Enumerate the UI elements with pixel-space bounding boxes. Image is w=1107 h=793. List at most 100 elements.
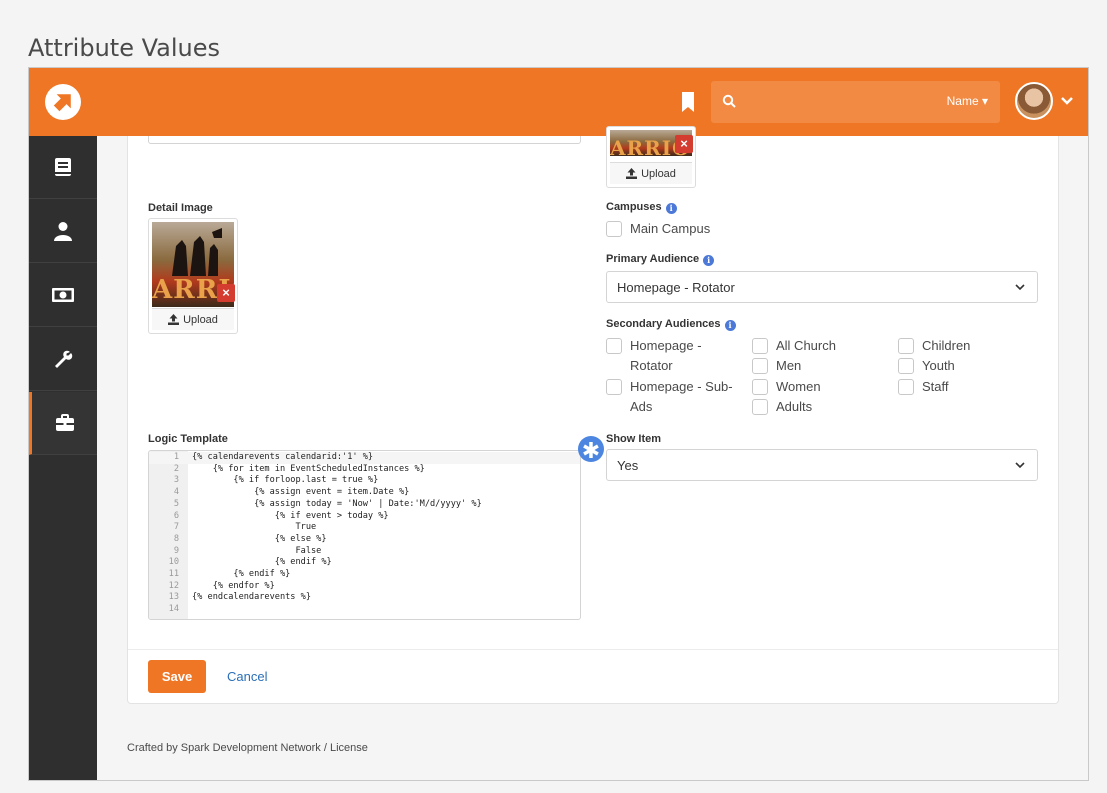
- rock-logo-icon[interactable]: [45, 84, 81, 120]
- audience-option-label: Homepage - Rotator: [630, 338, 702, 373]
- code-line[interactable]: 8 {% else %}: [149, 534, 580, 546]
- search-box[interactable]: Name ▾: [711, 81, 1000, 123]
- audience-checkbox[interactable]: [606, 338, 622, 354]
- line-number: 9: [173, 545, 179, 556]
- chevron-down-icon: [1015, 462, 1025, 469]
- actions-divider: [128, 649, 1058, 703]
- code-line[interactable]: 10 {% endif %}: [149, 557, 580, 569]
- code-line[interactable]: 3 {% if forloop.last = true %}: [149, 475, 580, 487]
- code-line[interactable]: 2 {% for item in EventScheduledInstances…: [149, 464, 580, 476]
- audience-checkbox[interactable]: [898, 358, 914, 374]
- upload-icon: [626, 168, 638, 179]
- show-item-label: Show Item: [606, 433, 662, 445]
- figures-graphic-icon: [172, 228, 222, 276]
- primary-audience-value: Homepage - Rotator: [617, 279, 735, 295]
- code-text: {% if event > today %}: [192, 510, 389, 521]
- line-number: 8: [173, 533, 179, 544]
- search-scope-dropdown[interactable]: Name ▾: [947, 94, 988, 108]
- chevron-down-icon: [1015, 284, 1025, 291]
- sidebar-item-tools[interactable]: [29, 328, 97, 391]
- attribute-values-panel: ARRIO × Upload Detail Image ARRIO ×: [127, 126, 1059, 704]
- info-icon[interactable]: i: [703, 255, 715, 266]
- primary-audience-label: Primary Audience i: [606, 253, 715, 266]
- audience-checkbox[interactable]: [752, 358, 768, 374]
- audience-option-label: Homepage - Sub-Ads: [630, 379, 733, 414]
- code-line[interactable]: 13 {% endcalendarevents %}: [149, 592, 580, 604]
- code-text: {% endcalendarevents %}: [192, 592, 311, 603]
- code-line[interactable]: 5 {% assign today = 'Now' | Date:'M/d/yy…: [149, 499, 580, 511]
- save-button[interactable]: Save: [148, 660, 206, 693]
- audience-checkbox[interactable]: [898, 338, 914, 354]
- sidebar-item-finance[interactable]: [29, 264, 97, 327]
- remove-image-button[interactable]: ×: [675, 135, 693, 153]
- audience-checkbox[interactable]: [898, 379, 914, 395]
- chevron-down-icon[interactable]: [1061, 96, 1073, 106]
- code-text: {% endif %}: [192, 557, 332, 568]
- line-number: 7: [173, 522, 179, 533]
- sidebar-item-people[interactable]: [29, 200, 97, 263]
- upload-label: Upload: [641, 167, 676, 180]
- chevron-down-icon: ▾: [981, 94, 988, 108]
- remove-image-button[interactable]: ×: [217, 284, 235, 302]
- secondary-audiences-label: Secondary Audiences i: [606, 318, 736, 331]
- code-line[interactable]: 9 False: [149, 546, 580, 558]
- code-text: {% assign event = item.Date %}: [192, 487, 410, 498]
- summary-image-upload: ARRIO × Upload: [606, 126, 696, 188]
- code-text: False: [192, 545, 322, 556]
- upload-button[interactable]: Upload: [610, 162, 692, 184]
- logic-template-code-editor[interactable]: 1 {% calendarevents calendarid:'1' %} 2 {%…: [148, 450, 581, 620]
- book-icon: [55, 158, 71, 176]
- detail-image-label: Detail Image: [148, 202, 213, 214]
- money-icon: [52, 288, 74, 302]
- logic-template-label: Logic Template: [148, 433, 228, 445]
- search-icon: [722, 94, 736, 108]
- audience-checkbox[interactable]: [606, 379, 622, 395]
- code-line[interactable]: 1 {% calendarevents calendarid:'1' %}: [149, 452, 580, 464]
- audience-option-label: All Church: [776, 338, 836, 353]
- audience-option-label: Youth: [922, 358, 955, 373]
- campus-checkbox[interactable]: [606, 221, 622, 237]
- sidebar: [29, 136, 97, 780]
- info-icon[interactable]: i: [724, 320, 736, 331]
- code-line[interactable]: 6 {% if event > today %}: [149, 511, 580, 523]
- required-asterisk-icon: ✱: [578, 436, 604, 463]
- search-scope-label: Name: [946, 94, 979, 108]
- person-icon: [54, 222, 72, 241]
- code-text: {% calendarevents calendarid:'1' %}: [192, 452, 374, 462]
- search-input[interactable]: [745, 89, 935, 115]
- info-icon[interactable]: i: [665, 203, 677, 214]
- primary-audience-select[interactable]: Homepage - Rotator: [606, 271, 1038, 303]
- line-number: 14: [168, 604, 179, 615]
- show-item-select[interactable]: Yes: [606, 449, 1038, 481]
- line-number: 6: [173, 510, 179, 521]
- wrench-icon: [55, 350, 73, 368]
- code-text: {% if forloop.last = true %}: [192, 475, 379, 486]
- code-text: {% else %}: [192, 533, 327, 544]
- line-number: 4: [173, 487, 179, 498]
- bookmark-icon[interactable]: [680, 92, 696, 112]
- audience-checkbox[interactable]: [752, 338, 768, 354]
- description-textarea[interactable]: [148, 136, 581, 144]
- upload-button[interactable]: Upload: [152, 308, 234, 330]
- upload-icon: [168, 314, 180, 325]
- line-number: 5: [173, 498, 179, 509]
- code-line[interactable]: 11 {% endif %}: [149, 569, 580, 581]
- line-number: 1: [173, 452, 179, 462]
- code-line[interactable]: 12 {% endfor %}: [149, 581, 580, 593]
- code-text: {% for item in EventScheduledInstances %…: [192, 463, 425, 474]
- sidebar-item-admin[interactable]: [29, 392, 97, 455]
- footer-credit[interactable]: Crafted by Spark Development Network / L…: [127, 742, 368, 754]
- code-line[interactable]: 4 {% assign event = item.Date %}: [149, 487, 580, 499]
- audience-checkbox[interactable]: [752, 399, 768, 415]
- cancel-button[interactable]: Cancel: [227, 669, 267, 684]
- line-number: 11: [168, 569, 179, 579]
- code-text: {% endfor %}: [192, 580, 275, 591]
- campus-option-label: Main Campus: [630, 221, 711, 236]
- sidebar-item-books[interactable]: [29, 136, 97, 199]
- code-text: True: [192, 522, 317, 533]
- audience-checkbox[interactable]: [752, 379, 768, 395]
- code-line[interactable]: 7 True: [149, 522, 580, 534]
- line-number: 3: [173, 475, 179, 486]
- code-line[interactable]: 14: [149, 604, 580, 616]
- avatar[interactable]: [1015, 82, 1053, 120]
